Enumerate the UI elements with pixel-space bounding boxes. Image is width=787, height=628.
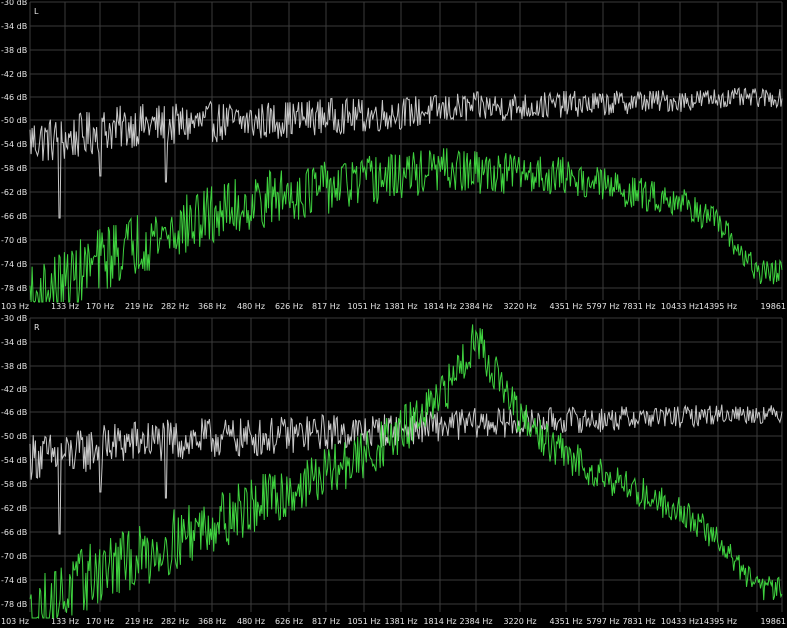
- x-tick-label: 10433 Hz: [661, 617, 699, 626]
- x-tick-label: 219 Hz: [125, 617, 153, 626]
- x-tick-label: 3220 Hz: [503, 302, 536, 311]
- y-tick-label: -66 dB: [1, 212, 27, 221]
- y-tick-label: -62 dB: [1, 188, 27, 197]
- x-tick-label: 5797 Hz: [586, 617, 619, 626]
- x-tick-label: 626 Hz: [275, 617, 303, 626]
- y-tick-label: -46 dB: [1, 93, 27, 102]
- x-tick-label: 19861: [761, 302, 786, 311]
- x-tick-label: 14395 Hz: [699, 302, 737, 311]
- x-tick-label: 368 Hz: [198, 617, 226, 626]
- y-tick-label: -70 dB: [1, 236, 27, 245]
- x-tick-label: 3220 Hz: [503, 617, 536, 626]
- x-tick-label: 219 Hz: [125, 302, 153, 311]
- y-tick-label: -54 dB: [1, 456, 27, 465]
- x-tick-label: 7831 Hz: [622, 302, 655, 311]
- y-tick-label: -42 dB: [1, 70, 27, 79]
- x-tick-label: 5797 Hz: [586, 302, 619, 311]
- x-tick-label: 19861: [761, 617, 786, 626]
- y-tick-label: -78 dB: [1, 600, 27, 609]
- y-tick-label: -70 dB: [1, 552, 27, 561]
- x-tick-label: 2384 Hz: [459, 302, 492, 311]
- x-tick-label: 1814 Hz: [423, 617, 456, 626]
- y-tick-label: -78 dB: [1, 284, 27, 293]
- x-tick-label: 170 Hz: [86, 302, 114, 311]
- background: [0, 0, 787, 628]
- y-tick-label: -58 dB: [1, 480, 27, 489]
- y-tick-label: -50 dB: [1, 116, 27, 125]
- x-tick-label: 480 Hz: [237, 302, 265, 311]
- x-tick-label: 2384 Hz: [459, 617, 492, 626]
- y-tick-label: -42 dB: [1, 385, 27, 394]
- y-tick-label: -74 dB: [1, 576, 27, 585]
- x-tick-label: 1381 Hz: [384, 617, 417, 626]
- y-tick-label: -62 dB: [1, 504, 27, 513]
- x-tick-label: 282 Hz: [161, 617, 189, 626]
- x-tick-label: 626 Hz: [275, 302, 303, 311]
- x-tick-label: 103 Hz: [1, 302, 29, 311]
- y-tick-label: -74 dB: [1, 260, 27, 269]
- y-tick-label: -54 dB: [1, 140, 27, 149]
- y-tick-label: -58 dB: [1, 164, 27, 173]
- channel-label: R: [34, 323, 40, 332]
- x-tick-label: 10433 Hz: [661, 302, 699, 311]
- x-tick-label: 1814 Hz: [423, 302, 456, 311]
- y-tick-label: -30 dB: [1, 0, 27, 7]
- x-tick-label: 103 Hz: [1, 617, 29, 626]
- x-tick-label: 282 Hz: [161, 302, 189, 311]
- x-tick-label: 1051 Hz: [347, 617, 380, 626]
- y-tick-label: -46 dB: [1, 408, 27, 417]
- x-tick-label: 368 Hz: [198, 302, 226, 311]
- x-tick-label: 133 Hz: [51, 302, 79, 311]
- x-tick-label: 7831 Hz: [622, 617, 655, 626]
- x-tick-label: 4351 Hz: [549, 302, 582, 311]
- x-tick-label: 817 Hz: [312, 302, 340, 311]
- x-tick-label: 14395 Hz: [699, 617, 737, 626]
- y-tick-label: -38 dB: [1, 46, 27, 55]
- x-tick-label: 1051 Hz: [347, 302, 380, 311]
- y-tick-label: -66 dB: [1, 528, 27, 537]
- x-tick-label: 480 Hz: [237, 617, 265, 626]
- y-tick-label: -38 dB: [1, 362, 27, 371]
- x-tick-label: 817 Hz: [312, 617, 340, 626]
- channel-label: L: [34, 7, 39, 16]
- spectrum-analyzer: -30 dB -34 dB -38 dB -42 dB -46 dB -50 dB -54 …: [0, 0, 787, 628]
- x-tick-label: 133 Hz: [51, 617, 79, 626]
- x-tick-label: 1381 Hz: [384, 302, 417, 311]
- x-tick-label: 170 Hz: [86, 617, 114, 626]
- y-tick-label: -34 dB: [1, 22, 27, 31]
- y-tick-label: -30 dB: [1, 314, 27, 323]
- y-tick-label: -50 dB: [1, 432, 27, 441]
- x-tick-label: 4351 Hz: [549, 617, 582, 626]
- y-tick-label: -34 dB: [1, 338, 27, 347]
